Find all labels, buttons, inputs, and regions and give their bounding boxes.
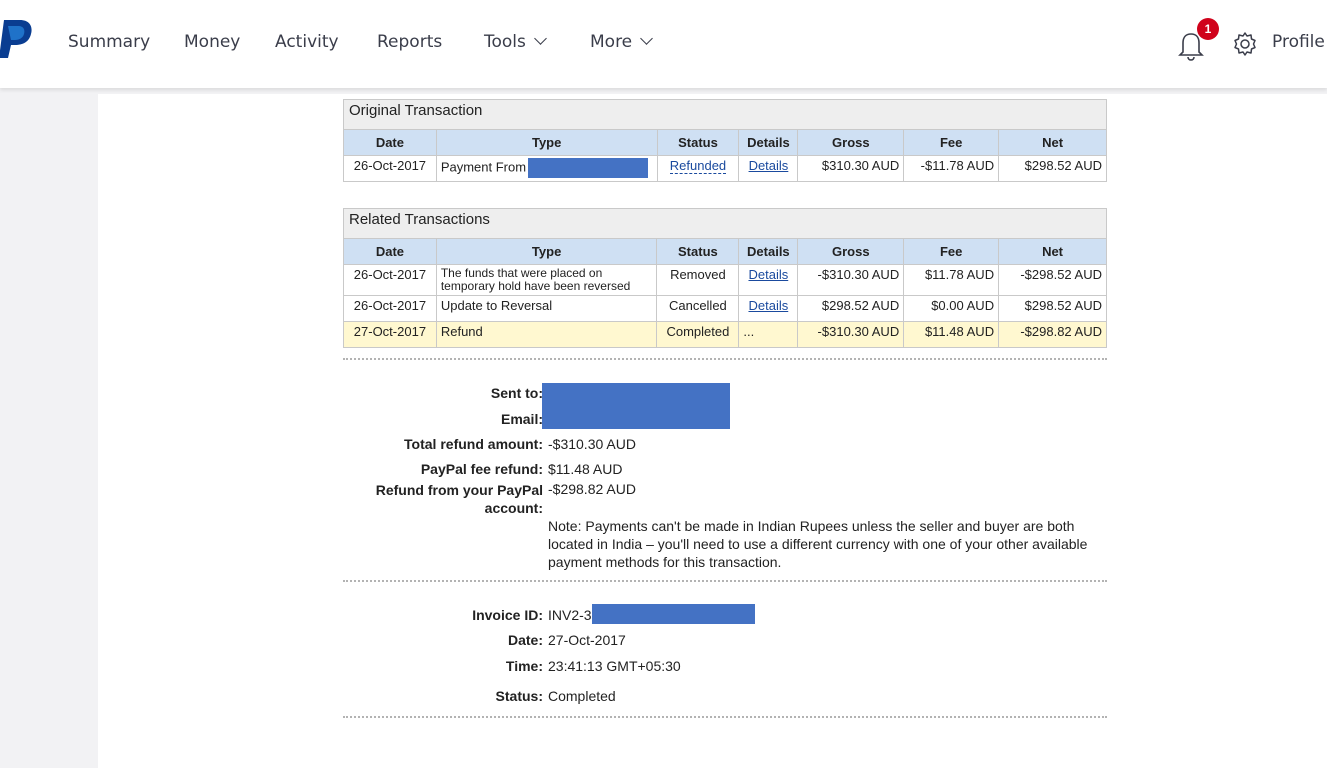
cell-gross: $298.52 AUD: [797, 295, 905, 322]
col-header-net: Net: [998, 129, 1107, 156]
cell-status: Completed: [656, 321, 740, 348]
nav-reports[interactable]: Reports: [377, 32, 442, 52]
divider: [343, 716, 1107, 718]
nav-more-label: More: [590, 32, 633, 52]
refunded-status-link[interactable]: Refunded: [669, 158, 727, 174]
redacted-name: [528, 158, 649, 178]
cell-fee: $11.78 AUD: [903, 264, 1000, 296]
invoice-id-text: INV2-3: [548, 607, 592, 623]
fee-refund-label: PayPal fee refund:: [420, 461, 543, 477]
cell-gross: -$310.30 AUD: [797, 321, 905, 348]
col-header-fee: Fee: [903, 129, 1000, 156]
total-refund-value: -$310.30 AUD: [548, 436, 636, 452]
sent-to-label: Sent to:: [490, 385, 543, 401]
related-transactions-caption: Related Transactions: [343, 208, 1107, 239]
status-value: Completed: [548, 688, 616, 704]
related-transactions-table: Related Transactions Date Type Status De…: [343, 208, 1107, 348]
cell-gross: -$310.30 AUD: [797, 264, 905, 296]
cell-type: The funds that were placed on temporary …: [435, 264, 658, 296]
cell-gross: $310.30 AUD: [797, 155, 905, 182]
cell-type: Update to Reversal: [435, 295, 658, 322]
cell-status: Refunded: [656, 155, 740, 182]
cell-net: -$298.52 AUD: [998, 264, 1107, 296]
notification-badge[interactable]: 1: [1197, 18, 1219, 40]
total-refund-label: Total refund amount:: [404, 436, 543, 452]
cell-fee: $11.48 AUD: [903, 321, 1000, 348]
col-header-type: Type: [435, 129, 658, 156]
cell-net: $298.52 AUD: [998, 155, 1107, 182]
paypal-logo[interactable]: [0, 18, 34, 60]
cell-fee: -$11.78 AUD: [903, 155, 1000, 182]
cell-details: ...: [738, 321, 799, 348]
details-link[interactable]: Details: [749, 158, 789, 173]
date-value: 27-Oct-2017: [548, 632, 626, 648]
nav-activity[interactable]: Activity: [275, 32, 339, 52]
time-label: Time:: [505, 658, 543, 674]
details-link[interactable]: Details: [748, 298, 788, 313]
cell-details: Details: [738, 155, 799, 182]
nav-money[interactable]: Money: [184, 32, 240, 52]
fee-refund-value: $11.48 AUD: [548, 461, 623, 477]
cell-details: Details: [738, 295, 799, 322]
col-header-details: Details: [738, 129, 799, 156]
redacted-invoice-id: [591, 604, 755, 625]
table-row: 26-Oct-2017 Update to Reversal Cancelled…: [343, 295, 1107, 322]
col-header-fee: Fee: [903, 238, 1000, 265]
refund-from-label: Refund from your PayPal account:: [375, 482, 543, 516]
original-transaction-caption: Original Transaction: [343, 99, 1107, 130]
refund-from-value: -$298.82 AUD: [548, 481, 636, 497]
gear-icon[interactable]: [1232, 31, 1258, 57]
invoice-id-label: Invoice ID:: [472, 607, 543, 623]
redacted-recipient: [542, 383, 730, 429]
details-link[interactable]: Details: [748, 267, 788, 282]
cell-details: Details: [738, 264, 799, 296]
time-value: 23:41:13 GMT+05:30: [548, 658, 681, 674]
nav-summary[interactable]: Summary: [68, 32, 150, 52]
invoice-id-value: INV2-3: [548, 604, 755, 625]
col-header-date: Date: [343, 129, 437, 156]
cell-date: 27-Oct-2017: [343, 321, 437, 348]
cell-date: 26-Oct-2017: [343, 155, 437, 182]
nav-tools-label: Tools: [484, 32, 526, 52]
cell-date: 26-Oct-2017: [343, 264, 437, 296]
chevron-down-icon: [534, 32, 547, 45]
invoice-details: Invoice ID: INV2-3 Date: 27-Oct-2017 Tim…: [343, 582, 1107, 716]
original-transaction-table: Original Transaction Date Type Status De…: [343, 99, 1107, 182]
col-header-net: Net: [998, 238, 1107, 265]
cell-type-text: Payment From: [440, 159, 527, 175]
cell-date: 26-Oct-2017: [343, 295, 437, 322]
table-row-highlighted: 27-Oct-2017 Refund Completed ... -$310.3…: [343, 321, 1107, 348]
nav-tools[interactable]: Tools: [484, 32, 547, 52]
col-header-details: Details: [738, 238, 799, 265]
profile-link[interactable]: Profile: [1272, 32, 1325, 52]
transaction-details: Original Transaction Date Type Status De…: [343, 99, 1107, 718]
col-header-gross: Gross: [797, 129, 905, 156]
col-header-type: Type: [435, 238, 658, 265]
col-header-date: Date: [343, 238, 437, 265]
col-header-status: Status: [656, 129, 740, 156]
top-nav: Summary Money Activity Reports Tools Mor…: [0, 0, 1327, 88]
table-row: 26-Oct-2017 The funds that were placed o…: [343, 264, 1107, 296]
nav-more[interactable]: More: [590, 32, 654, 52]
cell-status: Removed: [656, 264, 740, 296]
date-label: Date:: [507, 632, 543, 648]
currency-note: Note: Payments can't be made in Indian R…: [548, 518, 1088, 570]
table-row: 26-Oct-2017 Payment From Refunded Detail…: [343, 155, 1107, 182]
col-header-gross: Gross: [797, 238, 905, 265]
status-label: Status:: [495, 688, 543, 704]
cell-type: Refund: [435, 321, 658, 348]
cell-net: $298.52 AUD: [998, 295, 1107, 322]
cell-net: -$298.82 AUD: [998, 321, 1107, 348]
cell-status: Cancelled: [656, 295, 740, 322]
col-header-status: Status: [656, 238, 740, 265]
cell-type: Payment From: [435, 155, 658, 182]
email-label: Email:: [500, 411, 543, 427]
chevron-down-icon: [640, 32, 654, 45]
cell-fee: $0.00 AUD: [903, 295, 1000, 322]
refund-details: Sent to: Email: Total refund amount: -$3…: [343, 360, 1107, 580]
